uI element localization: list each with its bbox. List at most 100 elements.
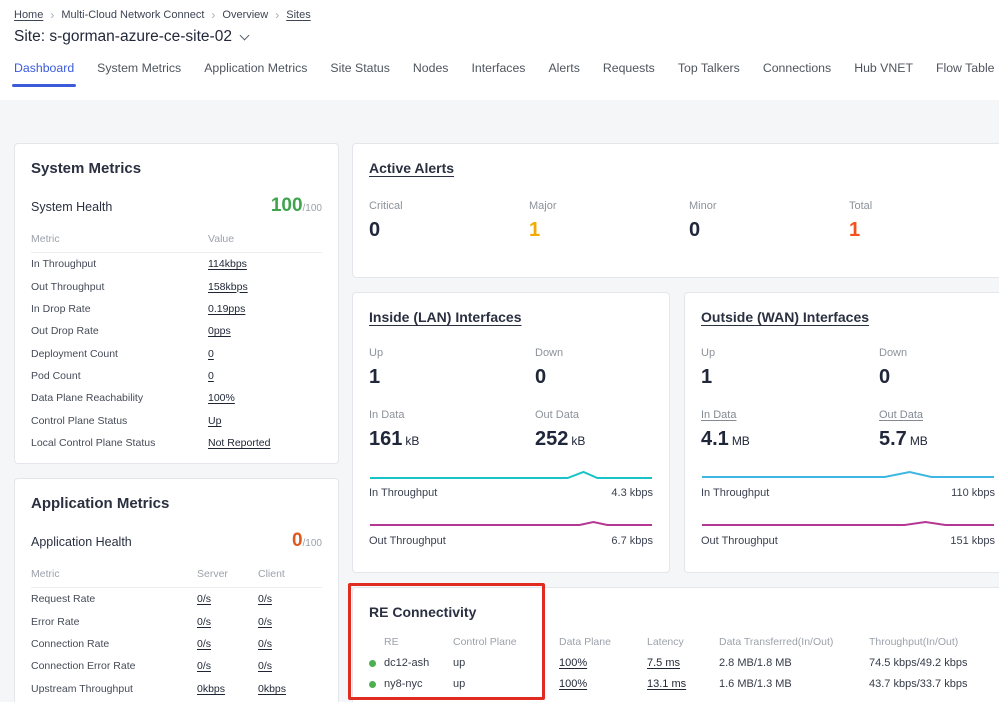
data-plane-link[interactable]: 100%: [559, 657, 587, 669]
tab-hub-vnet[interactable]: Hub VNET: [854, 61, 913, 87]
control-plane-cell: up: [453, 657, 559, 669]
tab-requests[interactable]: Requests: [603, 61, 655, 87]
re-connectivity-title: RE Connectivity: [369, 604, 995, 620]
data-transferred-cell: 1.6 MB/1.3 MB: [719, 678, 869, 690]
tab-application-metrics[interactable]: Application Metrics: [204, 61, 307, 87]
active-alerts-title-link[interactable]: Active Alerts: [369, 160, 454, 176]
system-metrics-card: System Metrics System Health 100/100 Met…: [14, 143, 339, 464]
server-value-link[interactable]: 0/s: [197, 638, 211, 650]
inside-interfaces-title-link[interactable]: Inside (LAN) Interfaces: [369, 309, 521, 325]
metric-value-link[interactable]: 0: [208, 370, 214, 382]
metric-name: Request Rate: [31, 588, 197, 610]
out-data-link[interactable]: Out Data: [879, 409, 923, 421]
up-label: Up: [369, 347, 535, 359]
status-up-dot-icon: [369, 681, 376, 688]
re-name: ny8-nyc: [384, 678, 423, 690]
out-throughput-label: Out Throughput: [701, 535, 778, 547]
metric-value-cell: 114kbps: [208, 253, 322, 275]
outside-down-stat: Down 0: [879, 347, 995, 389]
server-value-link[interactable]: 0/s: [197, 593, 211, 605]
data-plane-link[interactable]: 100%: [559, 678, 587, 690]
page-header: Home › Multi-Cloud Network Connect › Ove…: [0, 0, 999, 100]
latency-link[interactable]: 7.5 ms: [647, 657, 680, 669]
in-throughput-value: 4.3 kbps: [611, 487, 653, 499]
out-throughput-label: Out Throughput: [369, 535, 446, 547]
client-value-link[interactable]: 0/s: [258, 593, 272, 605]
breadcrumb-separator-icon: ›: [50, 9, 54, 21]
outside-in-throughput-spark: In Throughput 110 kbps: [701, 469, 995, 499]
outside-interfaces-title-link[interactable]: Outside (WAN) Interfaces: [701, 309, 869, 325]
in-data-value: 4.1MB: [701, 428, 879, 451]
metric-value-link[interactable]: 0.19pps: [208, 303, 245, 315]
application-health-score: 0/100: [292, 530, 322, 552]
in-data-number: 161: [369, 428, 402, 450]
tab-site-status[interactable]: Site Status: [330, 61, 389, 87]
inside-down-stat: Down 0: [535, 347, 653, 389]
active-tab-underline: [12, 84, 76, 87]
tab-interfaces[interactable]: Interfaces: [471, 61, 525, 87]
application-health-row: Application Health 0/100: [31, 530, 322, 552]
client-value-link[interactable]: 0/s: [258, 616, 272, 628]
client-value-link[interactable]: 0/s: [258, 638, 272, 650]
metric-name: Upstream Throughput: [31, 678, 197, 700]
column-header: Server: [197, 568, 258, 588]
metric-value-link[interactable]: 0pps: [208, 325, 231, 337]
tab-flow-table[interactable]: Flow Table: [936, 61, 995, 87]
alert-stat-label: Major: [529, 200, 689, 212]
alert-stat-total: Total 1: [849, 200, 995, 242]
inside-in-throughput-spark: In Throughput 4.3 kbps: [369, 469, 653, 499]
column-header: Latency: [647, 636, 719, 648]
metric-name: Connection Error Rate: [31, 655, 197, 677]
out-throughput-value: 151 kbps: [950, 535, 995, 547]
tab-dashboard[interactable]: Dashboard: [14, 61, 74, 87]
chevron-down-icon: [240, 30, 250, 40]
metric-value-link[interactable]: 100%: [208, 392, 235, 404]
throughput-cell: 43.7 kbps/33.7 kbps: [869, 678, 995, 690]
out-data-number: 5.7: [879, 428, 907, 450]
active-alerts-card: Active Alerts Critical 0 Major 1 Minor 0: [352, 143, 999, 278]
re-name-cell: ny8-nyc: [369, 678, 453, 690]
breadcrumb-home[interactable]: Home: [14, 9, 43, 21]
system-metrics-title: System Metrics: [31, 160, 322, 177]
inside-in-data-stat: In Data 161kB: [369, 409, 535, 451]
metric-value-link[interactable]: 0: [208, 348, 214, 360]
interfaces-row: Inside (LAN) Interfaces Up 1 Down 0: [352, 292, 999, 573]
client-value-cell: 0/s: [258, 610, 322, 632]
column-header: Data Transferred(In/Out): [719, 636, 869, 648]
server-value-link[interactable]: 0/s: [197, 616, 211, 628]
tab-alerts[interactable]: Alerts: [548, 61, 579, 87]
breadcrumb-sites[interactable]: Sites: [286, 9, 310, 21]
server-value-link[interactable]: 0/s: [197, 660, 211, 672]
up-label: Up: [701, 347, 879, 359]
system-health-score: 100/100: [271, 195, 322, 217]
client-value-link[interactable]: 0kbps: [258, 683, 286, 695]
server-value-link[interactable]: 0kbps: [197, 683, 225, 695]
re-table-row: dc12-ash up 100% 7.5 ms 2.8 MB/1.8 MB 74…: [369, 657, 995, 669]
inside-data-stats: In Data 161kB Out Data 252kB: [369, 409, 653, 451]
in-data-link[interactable]: In Data: [701, 409, 736, 421]
out-throughput-value: 6.7 kbps: [611, 535, 653, 547]
metric-value-cell: Not Reported: [208, 432, 322, 454]
up-value: 1: [701, 366, 879, 389]
metric-value-link[interactable]: 158kbps: [208, 281, 248, 293]
latency-link[interactable]: 13.1 ms: [647, 678, 686, 690]
metric-value-link[interactable]: Not Reported: [208, 437, 270, 449]
metric-value-link[interactable]: Up: [208, 415, 221, 427]
out-data-value: 5.7MB: [879, 428, 995, 451]
tab-system-metrics[interactable]: System Metrics: [97, 61, 181, 87]
system-metrics-table: Metric Value In Throughput 114kbps Out T…: [31, 233, 322, 454]
breadcrumb-multi-cloud-network-connect[interactable]: Multi-Cloud Network Connect: [61, 9, 204, 21]
tab-connections[interactable]: Connections: [763, 61, 831, 87]
inside-lan-interfaces-card: Inside (LAN) Interfaces Up 1 Down 0: [352, 292, 670, 573]
site-selector[interactable]: Site: s-gorman-azure-ce-site-02: [14, 28, 985, 46]
metric-value-link[interactable]: 114kbps: [208, 258, 247, 270]
metric-value-cell: 0pps: [208, 320, 322, 342]
client-value-link[interactable]: 0/s: [258, 660, 272, 672]
left-column: System Metrics System Health 100/100 Met…: [14, 143, 339, 702]
column-header: Value: [208, 233, 322, 253]
breadcrumb-overview[interactable]: Overview: [222, 9, 268, 21]
tab-nodes[interactable]: Nodes: [413, 61, 449, 87]
alert-stat-value: 1: [849, 219, 995, 242]
tab-label: Dashboard: [14, 61, 74, 75]
tab-top-talkers[interactable]: Top Talkers: [678, 61, 740, 87]
